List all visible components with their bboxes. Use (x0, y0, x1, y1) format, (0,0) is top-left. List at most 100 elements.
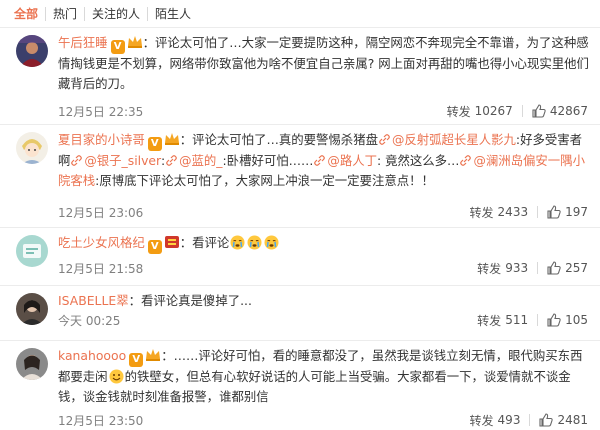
repost-count: 493 (497, 413, 521, 427)
crying-emoji-icon (264, 235, 279, 250)
chain-link-icon (71, 155, 83, 166)
like-button[interactable]: 42867 (532, 104, 588, 118)
comment-item: 夏目家的小诗哥 V ：评论太可怕了…真的要警惕杀猪盘 @反射弧超长星人影九:好多受害者… (0, 126, 600, 228)
repost-count: 933 (505, 261, 529, 275)
colon: ： (161, 348, 174, 363)
username[interactable]: 夏目家的小诗哥 (58, 132, 145, 147)
like-button[interactable]: 257 (547, 261, 588, 275)
comment-footer: 今天 00:25 转发 511 105 (58, 310, 588, 330)
repost-count: 511 (505, 313, 529, 327)
repost-label: 转发 (477, 261, 502, 276)
like-count: 197 (565, 205, 588, 219)
repost-label: 转发 (477, 313, 502, 328)
username[interactable]: 午后狂睡 (58, 35, 108, 50)
timestamp: 12月5日 23:50 (58, 413, 144, 428)
comment-actions: 转发 511 105 (477, 312, 588, 329)
divider (521, 105, 523, 117)
divider (537, 262, 539, 274)
divider (529, 414, 531, 426)
comment-text: : 竟然这么多… (376, 153, 460, 168)
like-count: 2481 (557, 413, 588, 427)
avatar[interactable] (16, 35, 48, 67)
tab-hot[interactable]: 热门 (45, 6, 84, 21)
username[interactable]: kanahoooo (58, 348, 126, 363)
vip-crown-icon (164, 133, 179, 145)
vip-crown-icon (127, 36, 142, 48)
comment-item: 吃土少女风格纪 V ：看评论 12月5日 21:58 转发 933 257 (0, 229, 600, 286)
comment-footer: 12月5日 23:50 转发 493 2481 (58, 410, 588, 430)
like-button[interactable]: 2481 (539, 413, 588, 427)
comment-body: 午后狂睡 V ：评论太可怕了…大家一定要提防这种，隔空网恋不奔现完全不靠谱，为了这种… (58, 33, 592, 94)
timestamp: 12月5日 22:35 (58, 104, 144, 119)
repost-count: 10267 (474, 104, 513, 118)
chain-link-icon (379, 134, 390, 145)
user-avatar-icon (16, 235, 48, 267)
comment-item: 午后狂睡 V ：评论太可怕了…大家一定要提防这种，隔空网恋不奔现完全不靠谱，为了这种… (0, 29, 600, 125)
colon: ： (128, 293, 141, 308)
repost-button[interactable]: 转发 10267 (447, 103, 513, 120)
mention-link[interactable]: @反射弧超长星人影九 (378, 132, 516, 147)
like-count: 105 (565, 313, 588, 327)
divider (537, 314, 539, 326)
repost-label: 转发 (469, 413, 494, 428)
repost-button[interactable]: 转发 493 (470, 412, 521, 429)
avatar[interactable] (16, 348, 48, 380)
comment-text: 的铁壁女，但总有心软好说话的人可能上当受骗。大家都看一下，谈爱情就不谈金钱，谈金… (58, 369, 571, 404)
mention-link[interactable]: @路人丁 (313, 153, 377, 168)
mention-text: @蓝的_ (179, 153, 223, 168)
like-count: 42867 (549, 104, 588, 118)
thumbs-up-icon (532, 104, 546, 118)
thumbs-up-icon (539, 413, 554, 427)
comment-item: ISABELLE翠：看评论真是傻掉了... 今天 00:25 转发 511 105 (0, 287, 600, 341)
comment-item: kanahoooo V ：……评论好可怕，看的睡意都没了，虽然我是谈钱立刻无情，眼代… (0, 342, 600, 430)
comment-filter-tabs: 全部 热门 关注的人 陌生人 (0, 0, 600, 28)
crying-emoji-icon (247, 235, 262, 250)
verified-badge-icon: V (129, 353, 144, 367)
vip-rank-icon (164, 236, 179, 248)
comment-text: :原博底下评论太可怕了，大家网上冲浪一定一定要注意点！！ (95, 173, 434, 188)
avatar[interactable] (16, 235, 48, 267)
timestamp: 12月5日 23:06 (58, 205, 144, 220)
comment-body: ISABELLE翠：看评论真是傻掉了... (58, 291, 592, 311)
user-avatar-icon (16, 132, 48, 164)
repost-button[interactable]: 转发 511 (477, 312, 528, 329)
user-avatar-icon (16, 348, 48, 380)
divider (537, 206, 539, 218)
comment-text: 看评论真是傻掉了... (140, 293, 252, 308)
avatar[interactable] (16, 132, 48, 164)
like-count: 257 (565, 261, 588, 275)
tab-following[interactable]: 关注的人 (84, 6, 147, 21)
mention-text: @反射弧超长星人影九 (391, 132, 516, 147)
comment-actions: 转发 493 2481 (470, 412, 588, 429)
thumbs-up-icon (547, 313, 561, 327)
thumbs-up-icon (547, 205, 561, 219)
mention-link[interactable]: @蓝的_ (165, 153, 223, 168)
comment-text: 看评论 (192, 235, 230, 250)
username[interactable]: ISABELLE翠 (58, 293, 129, 308)
mention-text: @路人丁 (327, 153, 377, 168)
tab-strangers[interactable]: 陌生人 (147, 6, 198, 21)
mention-text: @银子_silver (84, 153, 161, 168)
chain-link-icon (314, 155, 326, 166)
comment-footer: 12月5日 21:58 转发 933 257 (58, 258, 588, 278)
user-avatar-icon (16, 293, 48, 325)
mention-link[interactable]: @银子_silver (70, 153, 161, 168)
comment-body: 吃土少女风格纪 V ：看评论 (58, 233, 592, 254)
avatar[interactable] (16, 293, 48, 325)
verified-badge-icon: V (147, 137, 162, 151)
colon: ： (179, 235, 193, 250)
comment-body: kanahoooo V ：……评论好可怕，看的睡意都没了，虽然我是谈钱立刻无情，眼代… (58, 346, 592, 407)
repost-button[interactable]: 转发 933 (477, 260, 528, 277)
repost-button[interactable]: 转发 2433 (470, 204, 529, 221)
chain-link-icon (460, 155, 472, 166)
tab-all[interactable]: 全部 (14, 7, 45, 21)
like-button[interactable]: 105 (547, 313, 588, 327)
like-button[interactable]: 197 (547, 205, 588, 219)
verified-badge-icon: V (147, 240, 162, 254)
username[interactable]: 吃土少女风格纪 (58, 235, 145, 250)
chain-link-icon (166, 155, 177, 166)
comment-footer: 12月5日 22:35 转发 10267 42867 (58, 101, 588, 121)
comment-text: :卧槽好可怕…… (222, 153, 314, 168)
smile-emoji-icon (109, 369, 124, 384)
colon: ： (142, 35, 155, 50)
